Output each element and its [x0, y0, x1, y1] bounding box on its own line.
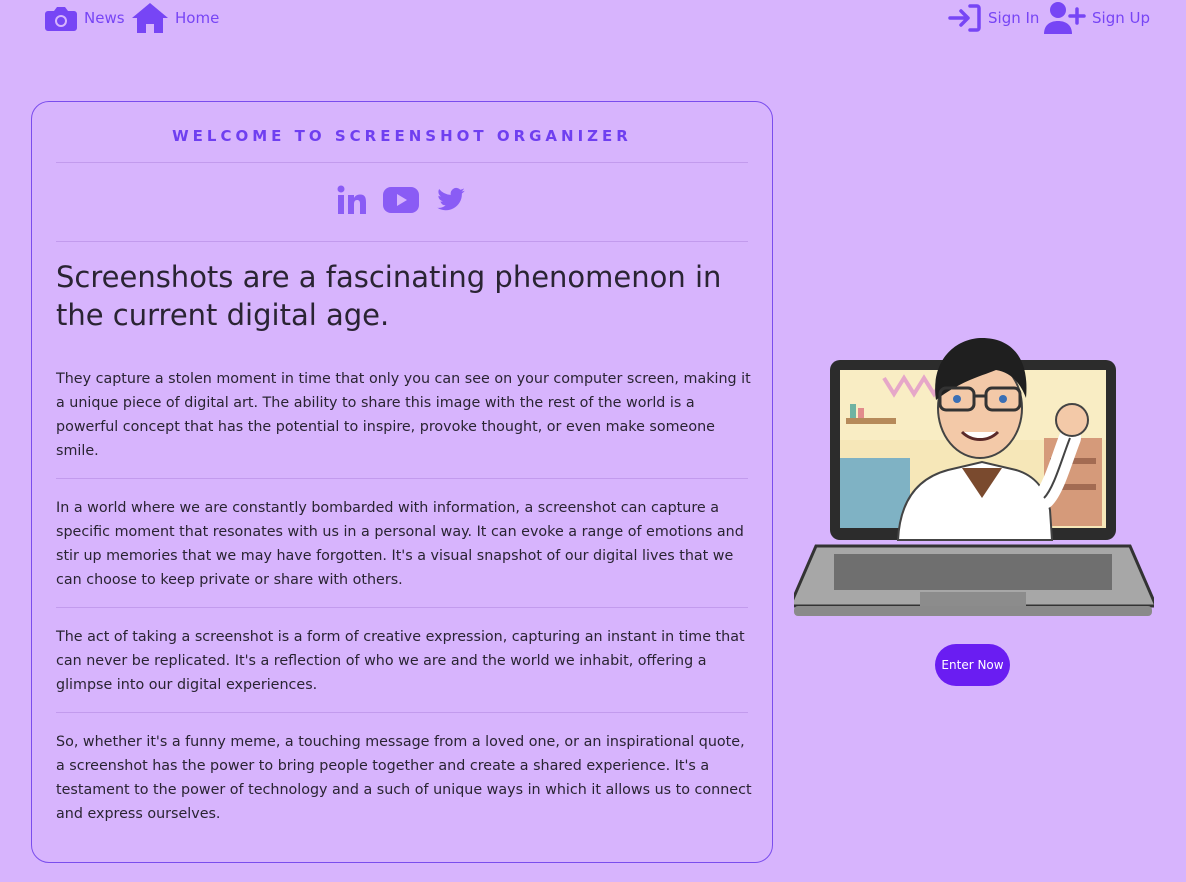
enter-now-button[interactable]: Enter Now	[935, 644, 1010, 686]
nav-home-link[interactable]: Home	[131, 0, 219, 36]
divider	[56, 607, 748, 608]
nav-signup-label: Sign Up	[1092, 9, 1150, 27]
nav-home-label: Home	[175, 9, 220, 27]
sign-in-icon	[948, 3, 982, 33]
twitter-icon[interactable]	[434, 185, 468, 215]
headline: Screenshots are a fascinating phenomenon…	[56, 260, 722, 332]
social-links	[32, 184, 772, 216]
paragraph: They capture a stolen moment in time tha…	[56, 371, 751, 459]
welcome-card: WELCOME TO SCREENSHOT ORGANIZER Screensh…	[31, 101, 773, 863]
nav-signin-label: Sign In	[988, 9, 1040, 27]
nav-signup-link[interactable]: Sign Up	[1044, 0, 1150, 36]
nav-news-link[interactable]: News	[44, 0, 125, 36]
youtube-icon[interactable]	[382, 186, 420, 214]
paragraph: The act of taking a screenshot is a form…	[56, 629, 745, 693]
paragraph: So, whether it's a funny meme, a touchin…	[56, 734, 752, 822]
laptop-avatar-illustration	[787, 308, 1159, 628]
divider	[56, 162, 748, 163]
linkedin-icon[interactable]	[336, 184, 368, 216]
paragraph: In a world where we are constantly bomba…	[56, 500, 744, 588]
divider	[56, 241, 748, 242]
nav-news-label: News	[84, 9, 125, 27]
home-icon	[131, 1, 169, 35]
divider	[56, 712, 748, 713]
card-title: WELCOME TO SCREENSHOT ORGANIZER	[172, 127, 632, 145]
nav-signin-link[interactable]: Sign In	[948, 0, 1039, 36]
user-plus-icon	[1044, 1, 1086, 35]
divider	[56, 478, 748, 479]
camera-icon	[44, 3, 78, 33]
